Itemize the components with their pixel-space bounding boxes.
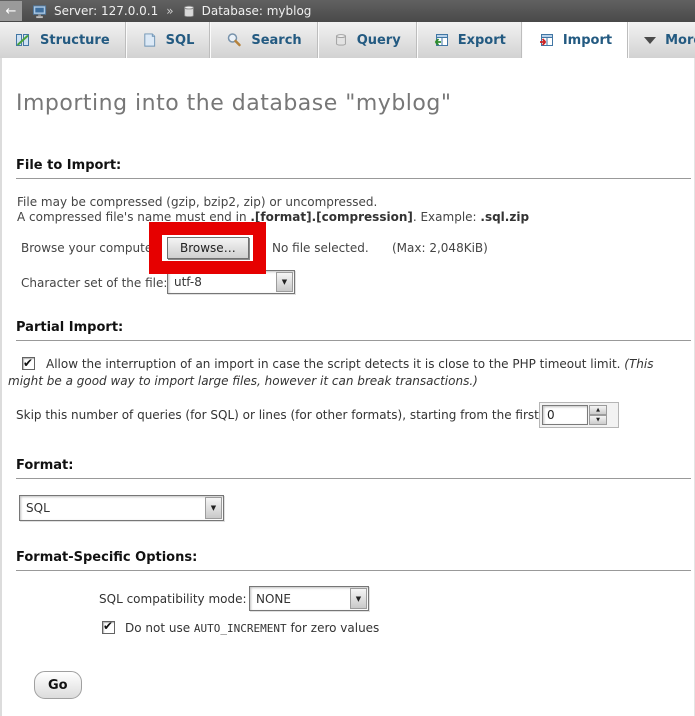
breadcrumb-bar: ← Server: 127.0.0.1 » Database: myblog xyxy=(0,0,695,22)
breadcrumb-separator: » xyxy=(166,4,173,18)
allow-interrupt-checkbox[interactable]: ✔ xyxy=(22,357,35,370)
select-arrow-icon[interactable]: ▼ xyxy=(276,272,293,292)
check-icon: ✔ xyxy=(23,355,33,372)
no-file-selected-text: No file selected. xyxy=(272,241,369,255)
import-page: Importing into the database "myblog" Fil… xyxy=(0,58,695,716)
tab-export[interactable]: Export xyxy=(417,22,522,58)
database-icon xyxy=(182,4,196,19)
search-icon xyxy=(226,32,242,48)
format-select[interactable]: SQL ▼ xyxy=(19,495,224,521)
example-extension: .sql.zip xyxy=(480,210,529,224)
check-icon: ✔ xyxy=(103,619,113,633)
compression-info-line2: A compressed file's name must end in .[f… xyxy=(17,210,529,224)
tab-bar: Structure SQL Search Query Export xyxy=(0,22,695,58)
back-button[interactable]: ← xyxy=(0,1,22,21)
auto-increment-keyword: AUTO_INCREMENT xyxy=(194,622,287,635)
tab-query[interactable]: Query xyxy=(318,22,417,58)
format-select-value: SQL xyxy=(20,501,204,515)
tab-more[interactable]: More xyxy=(628,22,695,58)
zero-values-text-pre: Do not use xyxy=(125,621,194,635)
tab-label: Export xyxy=(458,33,506,48)
tab-label: Structure xyxy=(40,33,110,48)
zero-values-row: ✔ Do not use AUTO_INCREMENT for zero valu… xyxy=(102,621,379,635)
section-heading-format-specific: Format-Specific Options: xyxy=(16,550,691,571)
breadcrumb-server[interactable]: Server: 127.0.0.1 xyxy=(54,4,158,18)
charset-select-value: utf-8 xyxy=(168,275,275,289)
skip-queries-spinner: ▲ ▼ xyxy=(539,402,619,428)
breadcrumb-database[interactable]: Database: myblog xyxy=(202,4,312,18)
page-title: Importing into the database "myblog" xyxy=(16,91,451,116)
tab-search[interactable]: Search xyxy=(210,22,317,58)
back-arrow-icon: ← xyxy=(6,4,17,19)
tab-label: Search xyxy=(251,33,301,48)
skip-queries-input[interactable] xyxy=(542,405,588,425)
export-icon xyxy=(433,32,449,48)
sql-compat-label: SQL compatibility mode: xyxy=(99,592,247,606)
compression-info-line1: File may be compressed (gzip, bzip2, zip… xyxy=(17,195,377,209)
charset-select[interactable]: utf-8 ▼ xyxy=(167,270,295,294)
structure-icon xyxy=(15,32,31,48)
go-button[interactable]: Go xyxy=(34,671,82,699)
allow-interrupt-paragraph: ✔ Allow the interruption of an import in … xyxy=(8,356,690,390)
section-heading-partial-import: Partial Import: xyxy=(16,320,691,341)
section-heading-format: Format: xyxy=(16,458,691,479)
sql-compat-select-value: NONE xyxy=(250,592,349,606)
spin-buttons: ▲ ▼ xyxy=(589,405,607,425)
tab-label: More xyxy=(665,33,695,48)
max-size-text: (Max: 2,048KiB) xyxy=(392,241,488,255)
zero-values-text-post: for zero values xyxy=(287,621,380,635)
spin-down-icon[interactable]: ▼ xyxy=(589,415,607,425)
section-heading-file-to-import: File to Import: xyxy=(16,158,691,179)
tab-label: SQL xyxy=(166,33,195,48)
chevron-down-icon xyxy=(644,37,656,44)
server-icon xyxy=(32,4,48,19)
format-compression-pattern: .[format].[compression] xyxy=(250,210,412,224)
tab-label: Import xyxy=(563,33,612,48)
tab-sql[interactable]: SQL xyxy=(126,22,211,58)
import-icon xyxy=(538,32,554,48)
tab-import[interactable]: Import xyxy=(522,22,628,58)
skip-queries-label: Skip this number of queries (for SQL) or… xyxy=(16,408,569,422)
charset-label: Character set of the file: xyxy=(21,276,167,290)
select-arrow-icon[interactable]: ▼ xyxy=(205,497,222,519)
tab-label: Query xyxy=(357,33,401,48)
sql-compat-select[interactable]: NONE ▼ xyxy=(249,586,369,611)
sql-icon xyxy=(142,32,157,48)
tab-structure[interactable]: Structure xyxy=(0,22,126,58)
allow-interrupt-text: Allow the interruption of an import in c… xyxy=(46,357,624,371)
query-icon xyxy=(334,32,348,48)
spin-up-icon[interactable]: ▲ xyxy=(589,405,607,415)
zero-values-checkbox[interactable]: ✔ xyxy=(102,621,115,634)
browse-button[interactable]: Browse… xyxy=(167,237,249,259)
browse-label: Browse your computer: xyxy=(21,241,161,255)
breadcrumb: Server: 127.0.0.1 » Database: myblog xyxy=(32,4,311,19)
select-arrow-icon[interactable]: ▼ xyxy=(350,588,367,609)
